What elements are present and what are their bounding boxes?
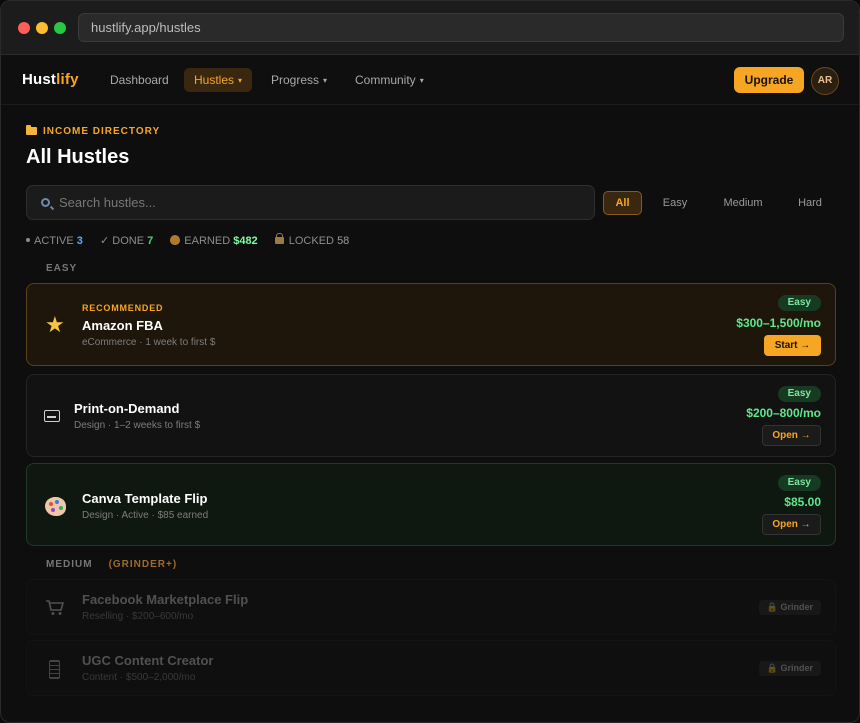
filter-all[interactable]: All xyxy=(603,191,642,215)
chevron-down-icon: ▾ xyxy=(238,76,243,85)
hustle-meta: Design · 1–2 weeks to first $ xyxy=(74,420,201,431)
open-button[interactable]: Open → xyxy=(762,514,821,535)
stat-label: LOCKED xyxy=(288,235,334,247)
hustle-name: Facebook Marketplace Flip xyxy=(82,592,249,607)
lock-icon xyxy=(274,233,284,244)
stat-label: EARNED xyxy=(184,235,231,247)
stat-locked: LOCKED 58 xyxy=(274,233,350,247)
hustle-card-locked: UGC Content Creator Content · $500–2,000… xyxy=(26,640,836,696)
nav-item-label: Community xyxy=(355,73,416,87)
stat-value: 58 xyxy=(337,235,350,247)
palette-icon xyxy=(45,497,66,516)
hustle-card-locked: Facebook Marketplace Flip Reselling · $2… xyxy=(26,579,836,635)
hustle-name: Amazon FBA xyxy=(82,318,163,333)
stat-value: 3 xyxy=(76,235,83,247)
folder-icon xyxy=(26,125,37,135)
hustle-price: $200–800/mo xyxy=(746,406,821,420)
hustle-card[interactable]: Print-on-Demand Design · 1–2 weeks to fi… xyxy=(26,374,836,457)
page-title: All Hustles xyxy=(26,146,130,168)
app-logo[interactable]: Hustlify xyxy=(22,71,79,88)
logo-text-main: Hust xyxy=(22,71,57,88)
main-content: INCOME DIRECTORY All Hustles All Easy Me… xyxy=(1,106,859,722)
locked-badge: 🔒 Grinder xyxy=(758,600,821,615)
search-input[interactable] xyxy=(59,186,579,219)
top-nav: Hustlify Dashboard Hustles ▾ Progress ▾ Co… xyxy=(1,55,859,105)
nav-item-community[interactable]: Community ▾ xyxy=(345,68,434,92)
nav-item-label: Dashboard xyxy=(110,73,169,87)
eyebrow-text: INCOME DIRECTORY xyxy=(43,126,161,137)
difficulty-badge: Easy xyxy=(777,295,821,311)
star-icon: ★ xyxy=(45,312,65,337)
hustle-card[interactable]: ★ RECOMMENDED Amazon FBA eCommerce · 1 w… xyxy=(26,283,836,366)
stat-label: ACTIVE xyxy=(34,235,74,247)
filter-medium[interactable]: Medium xyxy=(713,191,773,215)
start-button[interactable]: Start → xyxy=(764,335,821,356)
avatar[interactable]: AR xyxy=(811,67,839,95)
hustle-card[interactable]: Canva Template Flip Design · Active · $8… xyxy=(26,463,836,546)
difficulty-badge: Easy xyxy=(777,386,821,402)
stat-label: ✓ DONE xyxy=(99,235,145,247)
hustle-meta: Design · Active · $85 earned xyxy=(82,510,209,521)
close-window-button[interactable] xyxy=(18,22,30,34)
maximize-window-button[interactable] xyxy=(54,22,66,34)
stat-earned: EARNED $482 xyxy=(170,235,258,247)
nav-item-progress[interactable]: Progress ▾ xyxy=(261,68,337,92)
hustle-meta: Reselling · $200–600/mo xyxy=(82,611,194,622)
search-icon xyxy=(41,198,50,207)
hustle-meta: eCommerce · 1 week to first $ xyxy=(82,337,216,348)
phone-icon xyxy=(49,660,60,679)
hustle-meta: Content · $500–2,000/mo xyxy=(82,672,196,683)
chevron-down-icon: ▾ xyxy=(419,76,424,85)
stats-bar: ACTIVE 3 ✓ DONE 7 EARNED $482 LOCKED 58 xyxy=(26,233,363,247)
nav-item-label: Progress xyxy=(271,73,320,87)
section-tag: (GRINDER+) xyxy=(108,559,178,570)
section-label-text: MEDIUM xyxy=(46,559,93,570)
hustle-price: $300–1,500/mo xyxy=(736,316,821,330)
upgrade-button[interactable]: Upgrade xyxy=(734,67,804,93)
logo-text-accent: lify xyxy=(56,71,79,88)
dot-icon xyxy=(26,238,30,242)
monitor-icon xyxy=(44,410,60,422)
chevron-down-icon: ▾ xyxy=(323,76,328,85)
nav-item-hustles[interactable]: Hustles ▾ xyxy=(184,68,253,92)
browser-window: hustlify.app/hustles Hustlify Dashboard … xyxy=(0,0,860,723)
stat-value: 7 xyxy=(147,235,154,247)
nav-item-dashboard[interactable]: Dashboard xyxy=(100,68,179,92)
hustle-name: Print-on-Demand xyxy=(74,401,180,416)
minimize-window-button[interactable] xyxy=(36,22,48,34)
open-button[interactable]: Open → xyxy=(762,425,821,446)
cart-icon xyxy=(46,600,65,615)
recommended-label: RECOMMENDED xyxy=(82,303,164,313)
money-bag-icon xyxy=(170,235,181,245)
locked-badge: 🔒 Grinder xyxy=(758,661,821,676)
address-bar[interactable]: hustlify.app/hustles xyxy=(78,13,844,42)
section-label-medium: MEDIUM (GRINDER+) xyxy=(46,559,177,570)
section-label-easy: EASY xyxy=(46,263,78,274)
stat-done: ✓ DONE 7 xyxy=(100,235,153,247)
search-box[interactable] xyxy=(26,185,595,220)
difficulty-badge: Easy xyxy=(777,475,821,491)
page-eyebrow: INCOME DIRECTORY xyxy=(26,125,161,137)
filter-hard[interactable]: Hard xyxy=(789,191,831,215)
stat-value: $482 xyxy=(233,235,258,247)
filter-easy[interactable]: Easy xyxy=(653,191,697,215)
hustle-name: Canva Template Flip xyxy=(82,491,208,506)
hustle-price: $85.00 xyxy=(784,495,821,509)
nav-item-label: Hustles xyxy=(194,73,235,87)
hustle-name: UGC Content Creator xyxy=(82,653,214,668)
stat-active: ACTIVE 3 xyxy=(26,235,83,247)
browser-chrome: hustlify.app/hustles xyxy=(1,1,859,55)
